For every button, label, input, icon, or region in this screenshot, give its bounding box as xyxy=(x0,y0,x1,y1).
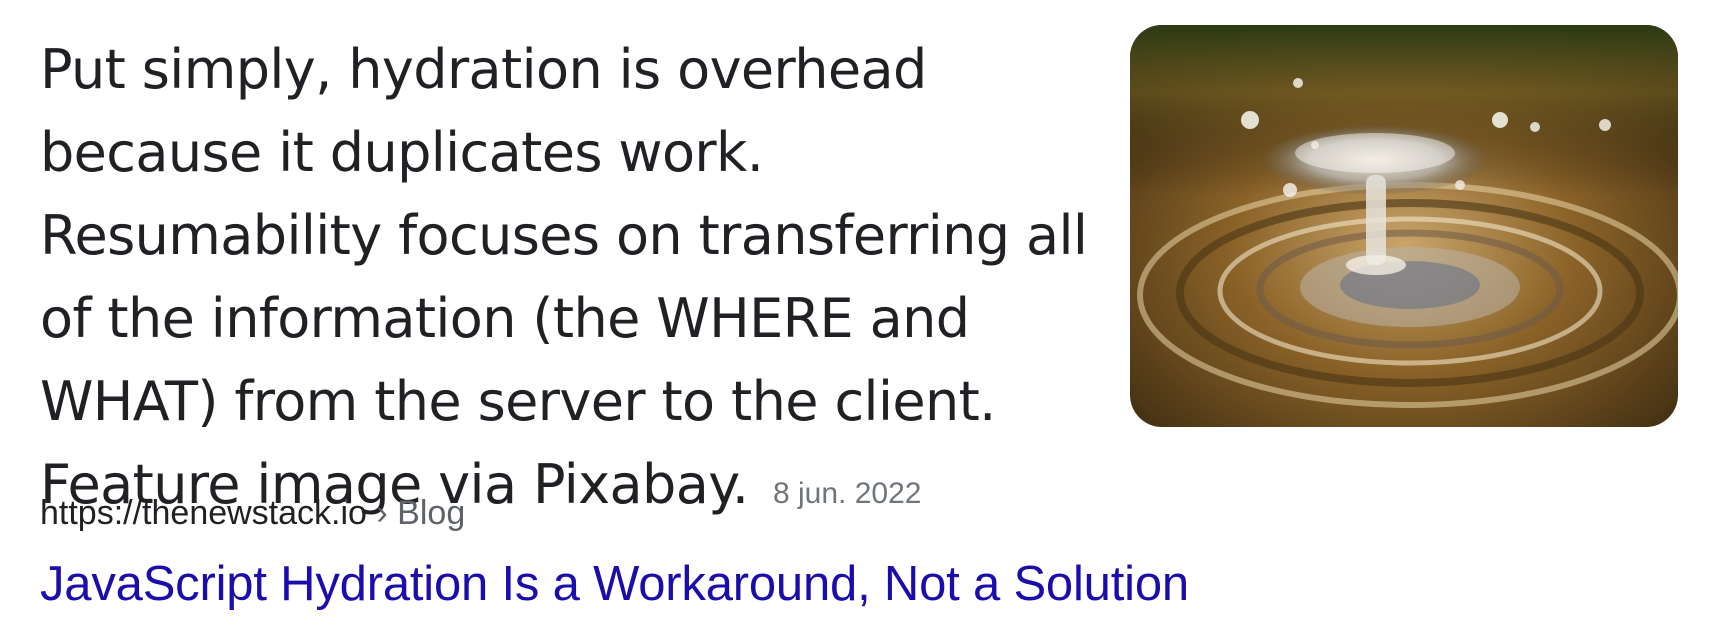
featured-snippet: Put simply, hydration is overhead becaus… xyxy=(40,28,1100,535)
result-url[interactable]: https://thenewstack.io xyxy=(40,494,367,532)
result-source[interactable]: https://thenewstack.io › Blog xyxy=(40,494,465,533)
snippet-text-block: Put simply, hydration is overhead becaus… xyxy=(40,28,1090,535)
snippet-thumbnail-image[interactable] xyxy=(1130,25,1678,427)
result-title-link[interactable]: JavaScript Hydration Is a Workaround, No… xyxy=(40,556,1189,612)
breadcrumb-separator: › xyxy=(366,494,398,532)
water-drop-splash-icon xyxy=(1130,25,1678,427)
snippet-date: 8 jun. 2022 xyxy=(773,477,922,510)
result-breadcrumb[interactable]: Blog xyxy=(397,494,465,532)
snippet-text: Put simply, hydration is overhead becaus… xyxy=(40,38,1088,516)
